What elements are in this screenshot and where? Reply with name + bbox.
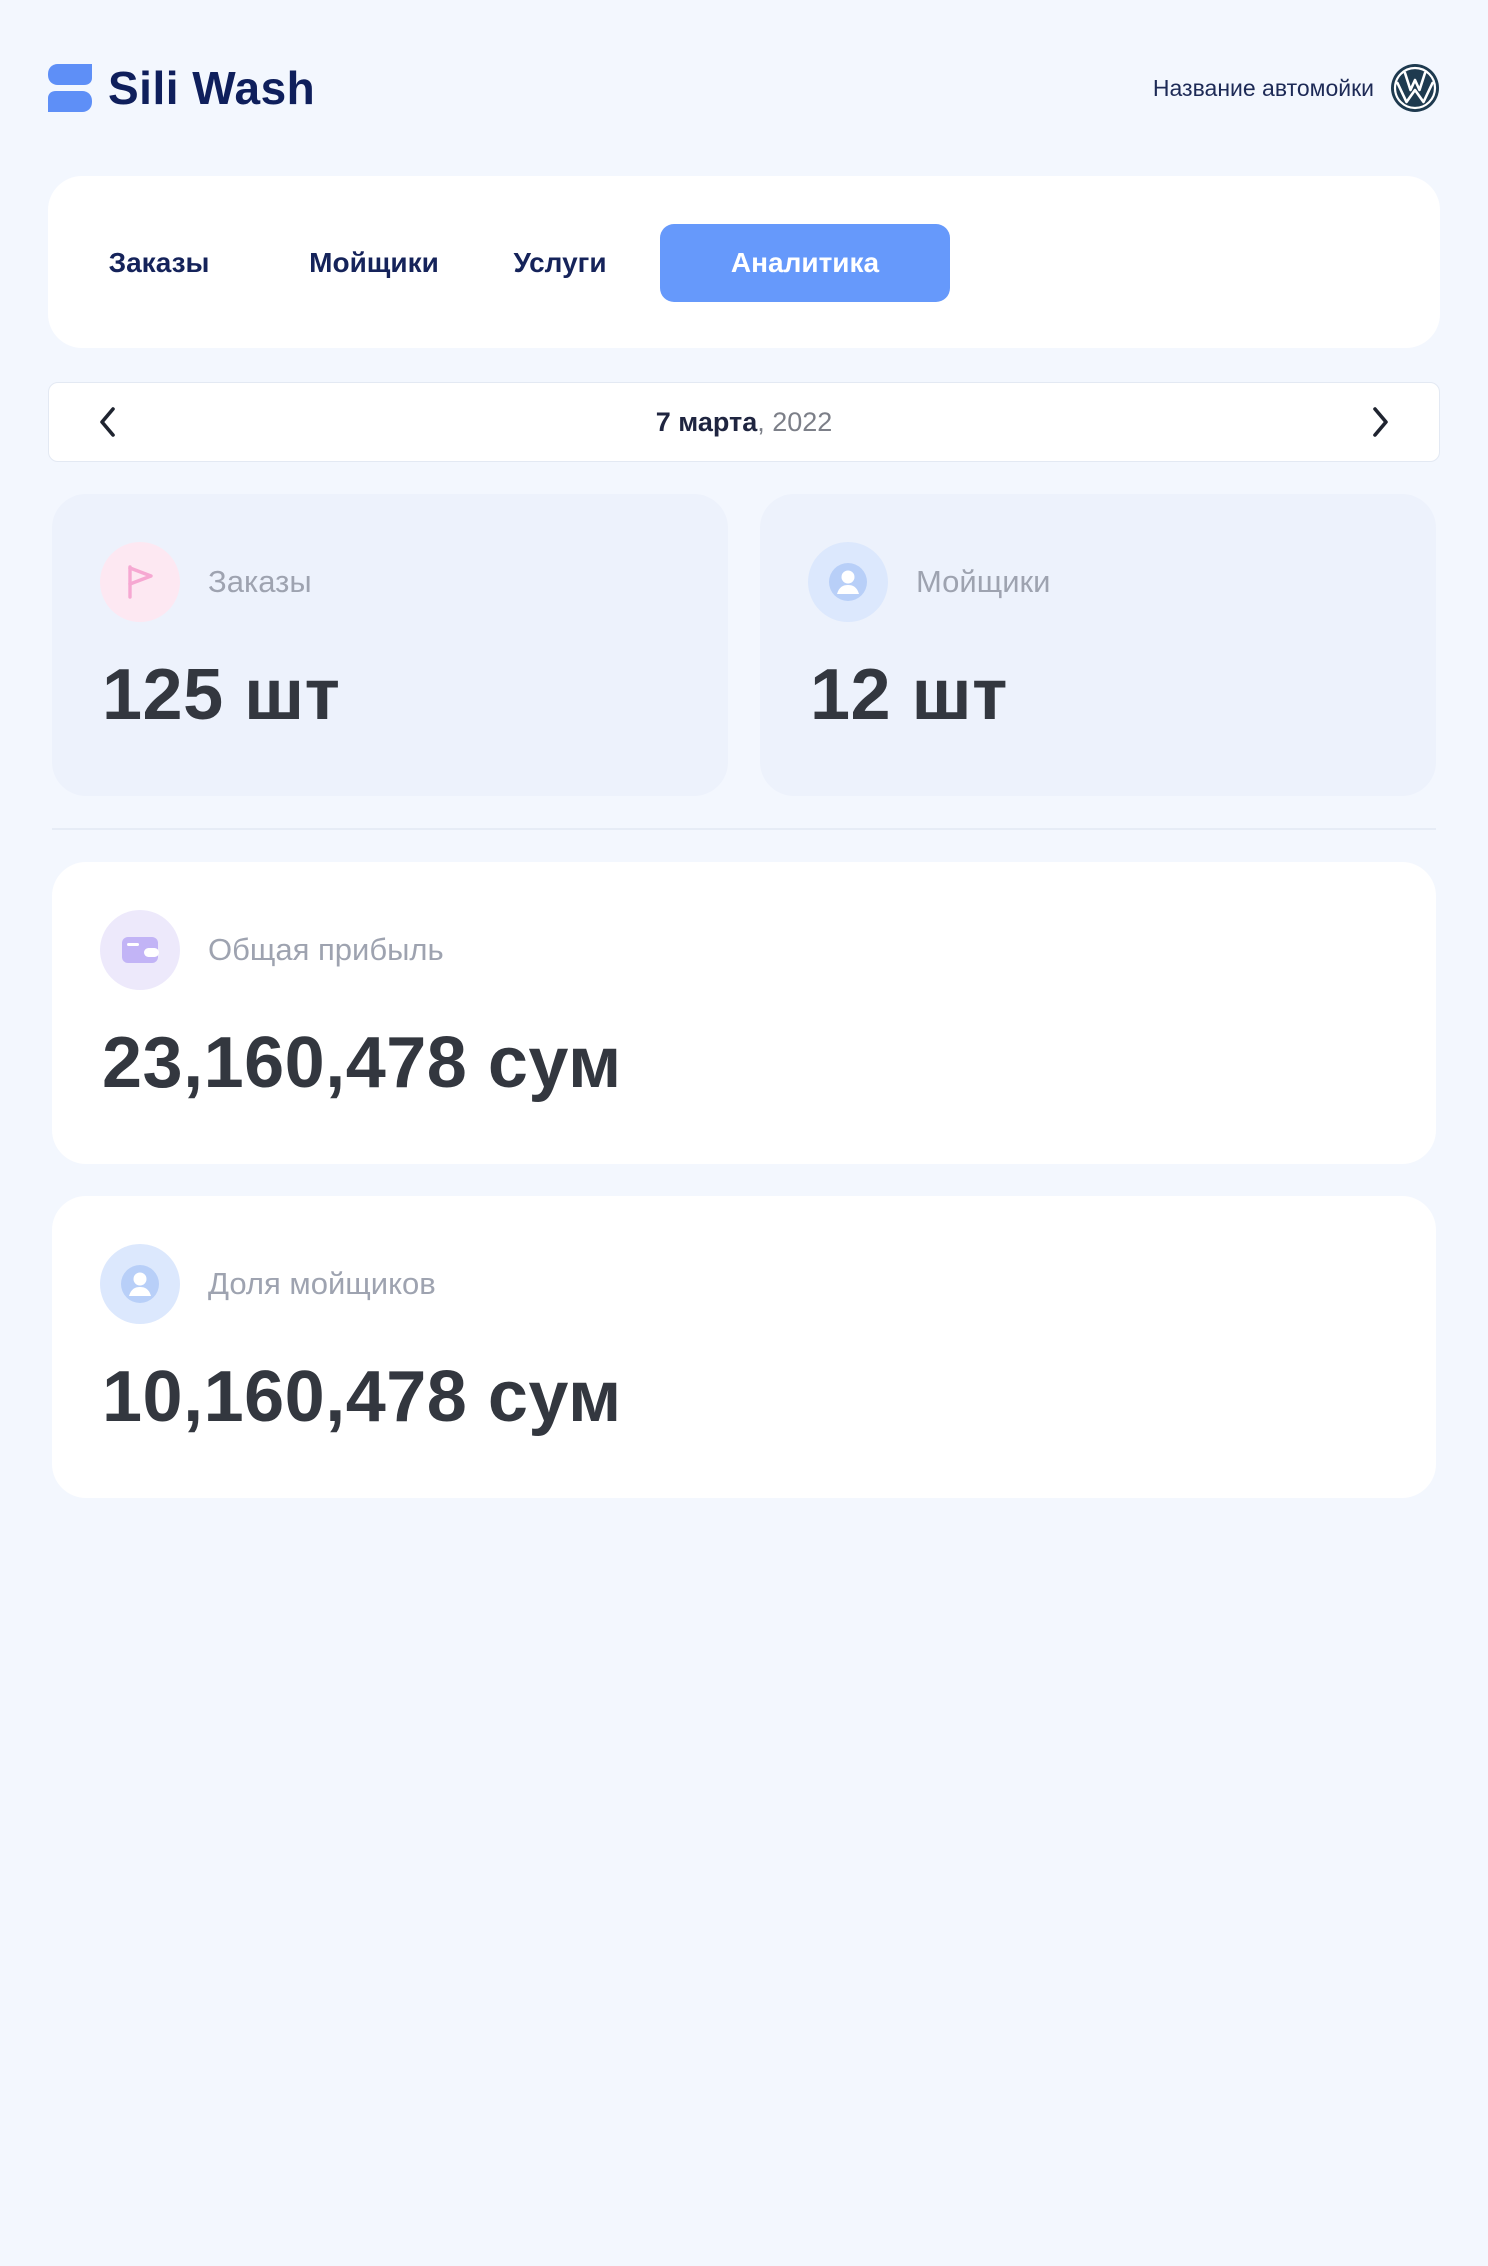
washers-label: Мойщики	[916, 564, 1051, 599]
orders-label: Заказы	[208, 564, 312, 599]
brand-name: Sili Wash	[108, 62, 316, 114]
volkswagen-logo-icon	[1391, 64, 1439, 112]
washers-share-card: Доля мойщиков 10,160,478 сум	[52, 1196, 1436, 1498]
chevron-right-icon	[1373, 407, 1388, 437]
orders-value: 125 шт	[102, 655, 341, 735]
total-profit-value: 23,160,478 сум	[102, 1023, 622, 1103]
date-separator: ,	[757, 407, 765, 437]
app-header: Sili Wash Название автомойки	[48, 60, 1440, 116]
sili-wash-logo-icon	[48, 64, 92, 112]
orders-stat-card: Заказы 125 шт	[52, 494, 728, 796]
tab-services[interactable]: Услуги	[490, 224, 630, 302]
date-navigator: 7 марта, 2022	[48, 382, 1440, 462]
section-divider	[52, 828, 1436, 830]
tab-washers[interactable]: Мойщики	[284, 224, 464, 302]
main-nav-tabs: Заказы Мойщики Услуги Аналитика	[48, 176, 1440, 348]
brand[interactable]: Sili Wash	[48, 60, 315, 116]
user-icon	[808, 542, 888, 622]
washers-stat-card: Мойщики 12 шт	[760, 494, 1436, 796]
carwash-account[interactable]: Название автомойки	[1153, 60, 1440, 116]
carwash-name: Название автомойки	[1152, 74, 1374, 101]
date-day-month: 7 марта	[655, 407, 758, 437]
current-date: 7 марта, 2022	[49, 383, 1439, 461]
wallet-icon	[100, 910, 180, 990]
washers-value: 12 шт	[810, 655, 1008, 735]
tab-analytics[interactable]: Аналитика	[660, 224, 950, 302]
washers-share-label: Доля мойщиков	[208, 1266, 436, 1301]
user-icon	[100, 1244, 180, 1324]
total-profit-label: Общая прибыль	[208, 932, 444, 967]
total-profit-card: Общая прибыль 23,160,478 сум	[52, 862, 1436, 1164]
flag-icon	[100, 542, 180, 622]
tab-orders[interactable]: Заказы	[96, 224, 222, 302]
washers-share-value: 10,160,478 сум	[102, 1357, 622, 1437]
date-year: 2022	[764, 407, 833, 437]
next-date-button[interactable]	[1341, 383, 1419, 461]
